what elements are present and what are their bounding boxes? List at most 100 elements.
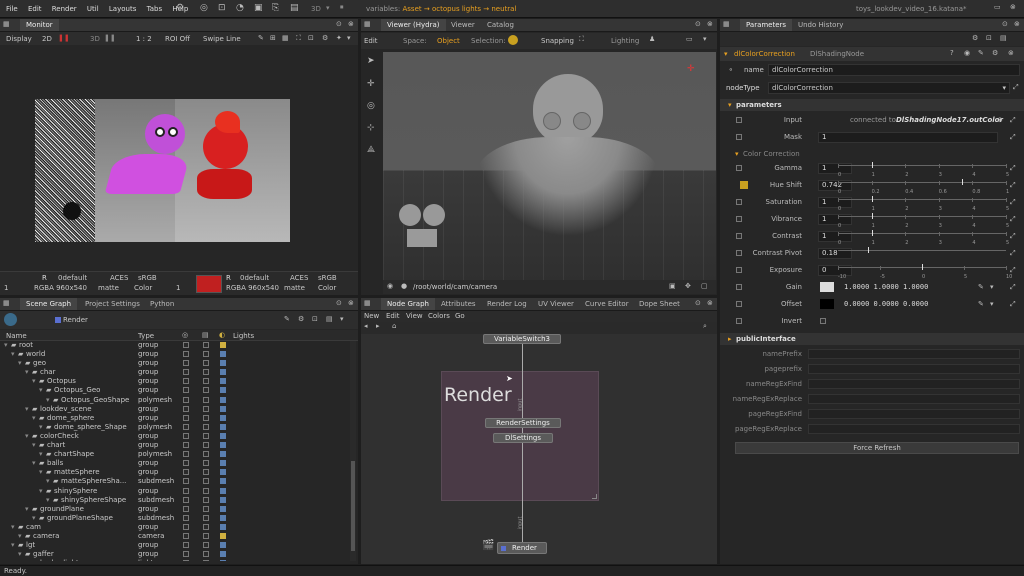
section-parameters[interactable]: ▾ parameters bbox=[720, 99, 1024, 111]
info-right-colorlabel[interactable]: Color bbox=[318, 284, 336, 292]
nodetype-edit-icon[interactable]: ⤢ bbox=[1013, 83, 1019, 92]
pen-icon[interactable]: ✎ bbox=[258, 34, 264, 42]
expand-arrow-icon[interactable]: ▾ bbox=[32, 514, 36, 523]
param-enable-checkbox[interactable] bbox=[736, 284, 742, 290]
expand-arrow-icon[interactable]: ▾ bbox=[18, 359, 22, 368]
scenegraph-row[interactable]: ▾ ▰ gaffer group bbox=[0, 550, 350, 559]
visible-checkbox[interactable] bbox=[183, 342, 189, 348]
nodetype-select[interactable]: dlColorCorrection ▾ bbox=[768, 82, 1010, 94]
sg-more-icon[interactable]: ▾ bbox=[340, 315, 344, 323]
sg-settings-icon[interactable]: ⚙ bbox=[298, 315, 304, 323]
info-right-space[interactable]: ACES bbox=[290, 274, 308, 282]
section-public-interface[interactable]: ▸ publicInterface bbox=[720, 333, 1024, 345]
scenegraph-row[interactable]: ▾ ▰ world group bbox=[0, 350, 350, 359]
scenegraph-row[interactable]: ▾ ▰ Octopus_Geo group bbox=[0, 386, 350, 395]
render-3d-label[interactable]: 3D bbox=[311, 5, 321, 13]
render-checkbox[interactable] bbox=[203, 460, 209, 467]
node-view-icon[interactable]: ◉ bbox=[964, 49, 970, 57]
public-input[interactable] bbox=[808, 409, 1020, 419]
param-enable-checkbox[interactable] bbox=[736, 233, 742, 239]
light-indicator[interactable] bbox=[220, 487, 226, 494]
camera-icon[interactable]: ● bbox=[401, 282, 407, 290]
scenegraph-row[interactable]: ▾ ▰ balls group bbox=[0, 459, 350, 468]
visible-checkbox[interactable] bbox=[183, 505, 189, 512]
visible-checkbox[interactable] bbox=[183, 396, 189, 403]
sg-lock-icon[interactable]: ⊡ bbox=[312, 315, 318, 323]
info-left-colorlabel[interactable]: Color bbox=[134, 284, 152, 292]
render-checkbox[interactable] bbox=[203, 414, 209, 421]
params-lock-icon[interactable]: ⊡ bbox=[986, 34, 992, 42]
public-input[interactable] bbox=[808, 349, 1020, 359]
param-enable-checkbox[interactable] bbox=[736, 267, 742, 273]
visible-checkbox[interactable] bbox=[183, 405, 189, 412]
move-icon[interactable]: ✥ bbox=[685, 282, 691, 290]
scenegraph-row[interactable]: ▾ ▰ matteSphere group bbox=[0, 468, 350, 477]
panel-menu-icon[interactable]: ▦ bbox=[723, 20, 730, 28]
slider-knob[interactable] bbox=[871, 162, 873, 168]
scenegraph-row[interactable]: ▾ ▰ Octopus group bbox=[0, 377, 350, 386]
space-value[interactable]: Object bbox=[437, 37, 460, 45]
render-checkbox[interactable] bbox=[203, 342, 209, 348]
scenegraph-row[interactable]: ▾ ▰ Octopus_GeoShape polymesh bbox=[0, 396, 350, 405]
info-right-srgb[interactable]: sRGB bbox=[318, 274, 337, 282]
tab-viewer[interactable]: Viewer bbox=[445, 19, 481, 31]
close-panel-icon[interactable]: ⊗ bbox=[1014, 20, 1020, 28]
name-field[interactable]: dlColorCorrection bbox=[768, 64, 1020, 76]
render-checkbox[interactable] bbox=[203, 369, 209, 376]
expand-arrow-icon[interactable]: ▾ bbox=[4, 341, 8, 350]
render-icon[interactable]: ◎ bbox=[200, 3, 208, 13]
expand-arrow-icon[interactable]: ▾ bbox=[11, 523, 15, 532]
rotate-tool-icon[interactable]: ◎ bbox=[367, 101, 375, 111]
gain-swatch[interactable] bbox=[820, 282, 834, 292]
node-edit-icon[interactable]: ✎ bbox=[978, 49, 984, 57]
param-edit-icon[interactable]: ⤢ bbox=[1010, 279, 1016, 296]
param-edit-icon[interactable]: ⤢ bbox=[1010, 194, 1016, 211]
public-input[interactable] bbox=[808, 424, 1020, 434]
maximize-icon[interactable]: ⊙ bbox=[695, 299, 701, 307]
snapping-menu[interactable]: Snapping bbox=[541, 37, 574, 45]
info-left-space[interactable]: ACES bbox=[110, 274, 128, 282]
disconnect-icon[interactable]: ⊗ bbox=[997, 112, 1003, 129]
panel-menu-icon[interactable]: ▦ bbox=[3, 20, 10, 28]
offset-dropdown-icon[interactable]: ▾ bbox=[990, 296, 994, 313]
visible-checkbox[interactable] bbox=[183, 469, 189, 476]
pause-icon[interactable]: ❚❚ bbox=[58, 34, 70, 42]
tab-dope-sheet[interactable]: Dope Sheet bbox=[633, 298, 686, 310]
light-indicator[interactable] bbox=[220, 505, 226, 512]
render-checkbox[interactable] bbox=[203, 360, 209, 367]
render-checkbox[interactable] bbox=[203, 542, 209, 549]
visible-checkbox[interactable] bbox=[183, 523, 189, 530]
render-checkbox[interactable] bbox=[203, 514, 209, 521]
menu-tabs[interactable]: Tabs bbox=[147, 5, 163, 13]
offset-edit-icon[interactable]: ✎ bbox=[978, 296, 984, 313]
window-icon[interactable]: ▭ bbox=[994, 3, 1001, 11]
light-indicator[interactable] bbox=[220, 442, 226, 449]
node-dl-settings[interactable]: DlSettings bbox=[493, 433, 553, 443]
expand-arrow-icon[interactable]: ▾ bbox=[32, 441, 36, 450]
info-left-matte[interactable]: matte bbox=[98, 284, 119, 292]
expand-arrow-icon[interactable]: ▾ bbox=[25, 559, 29, 561]
sg-scrollbar[interactable] bbox=[350, 341, 356, 561]
expand-arrow-icon[interactable]: ▾ bbox=[25, 405, 29, 414]
gear-icon[interactable]: ⚙ bbox=[176, 3, 184, 13]
menu-edit[interactable]: Edit bbox=[28, 5, 42, 13]
render-checkbox[interactable] bbox=[203, 505, 209, 512]
sg-scroll-thumb[interactable] bbox=[351, 461, 355, 551]
light-tool-icon[interactable]: ⟁ bbox=[367, 145, 375, 155]
render-checkbox[interactable] bbox=[203, 560, 209, 561]
param-edit-icon[interactable]: ⤢ bbox=[1010, 211, 1016, 228]
chat-icon[interactable]: ▭ bbox=[686, 35, 693, 43]
tab-viewer-hydra[interactable]: Viewer (Hydra) bbox=[381, 19, 446, 31]
scenegraph-row[interactable]: ▾ ▰ shinySphereShape subdmesh bbox=[0, 496, 350, 505]
viewer-edit-menu[interactable]: Edit bbox=[364, 37, 378, 45]
col-type[interactable]: Type bbox=[138, 332, 154, 340]
tab-curve-editor[interactable]: Curve Editor bbox=[579, 298, 635, 310]
menu-render[interactable]: Render bbox=[52, 5, 77, 13]
render-checkbox[interactable] bbox=[203, 423, 209, 430]
param-enable-checkbox[interactable] bbox=[736, 134, 742, 140]
close-panel-icon[interactable]: ⊗ bbox=[348, 20, 354, 28]
scenegraph-row[interactable]: ▾ ▰ char group bbox=[0, 368, 350, 377]
param-enable-checkbox[interactable] bbox=[736, 301, 742, 307]
offset-values[interactable]: 0.0000 0.0000 0.0000 bbox=[844, 296, 928, 313]
param-edit-icon[interactable]: ⤢ bbox=[1010, 160, 1016, 177]
